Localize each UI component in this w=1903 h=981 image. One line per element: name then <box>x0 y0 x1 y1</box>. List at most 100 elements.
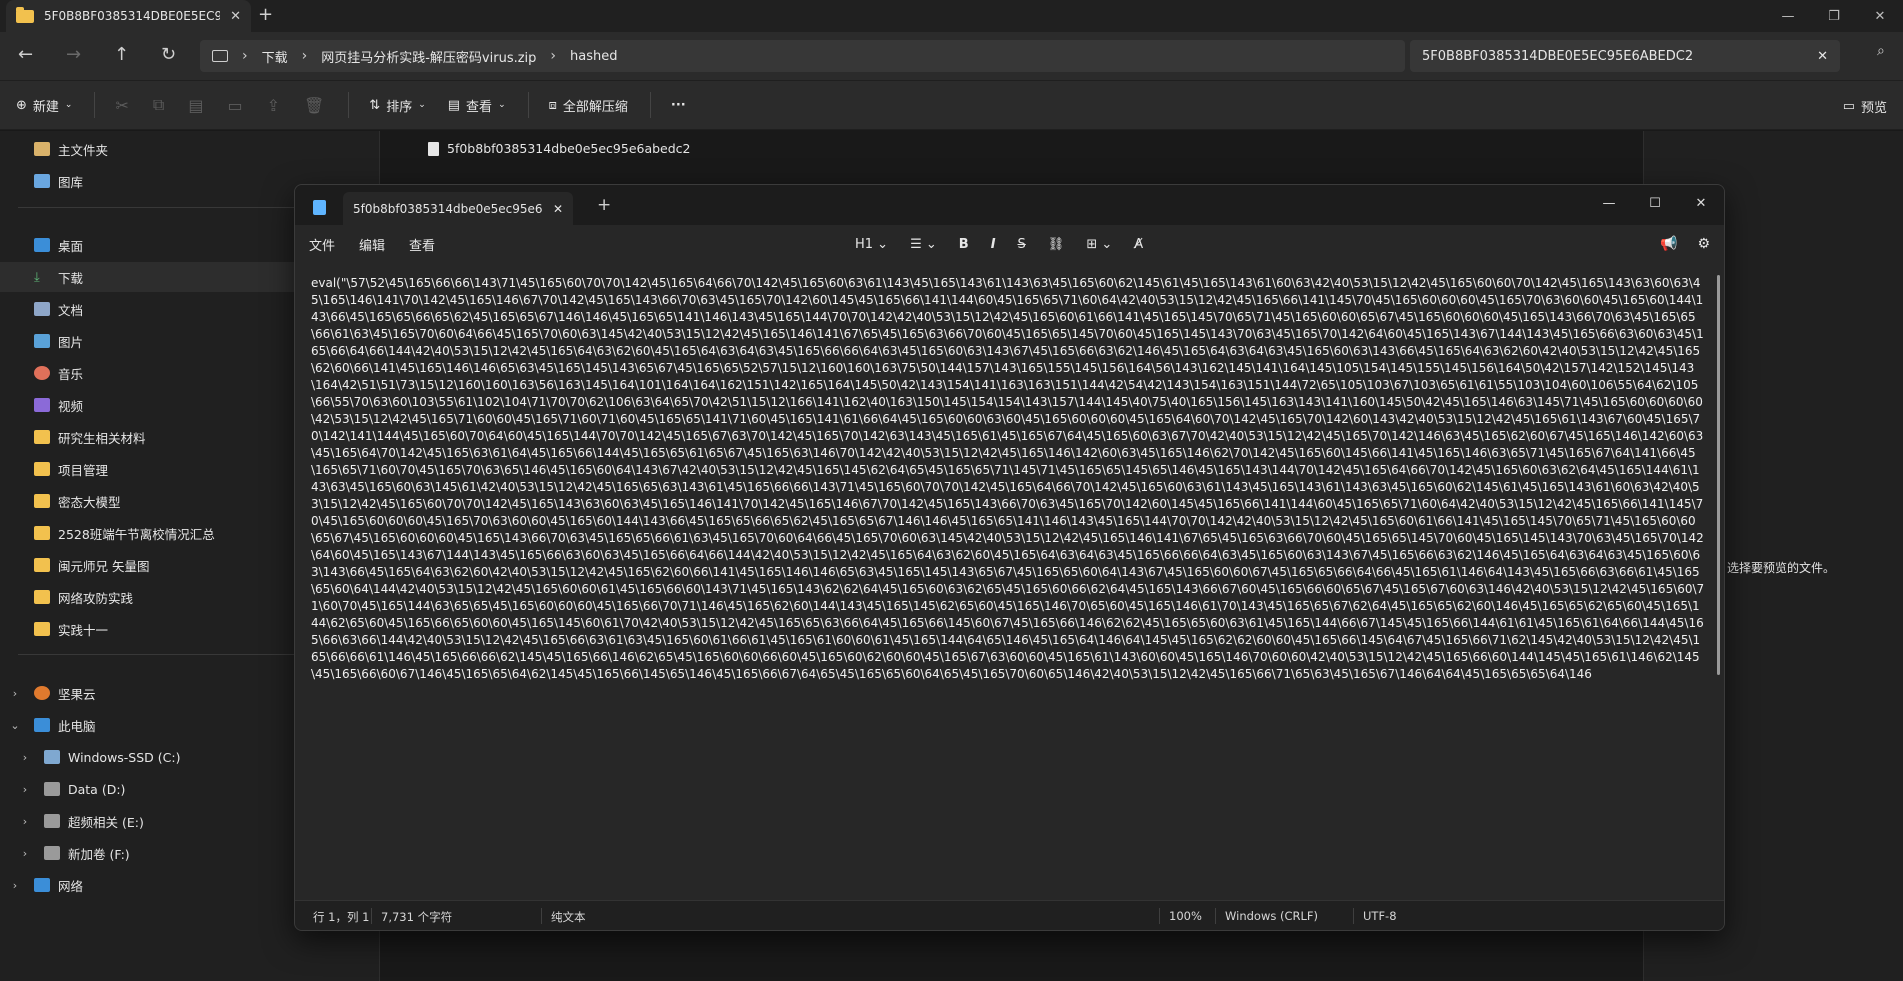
breadcrumb-zip[interactable]: 网页挂马分析实践-解压密码virus.zip <box>321 47 536 66</box>
text-format: 纯文本 <box>551 910 586 924</box>
heading-dropdown[interactable]: H1 ⌄ <box>855 237 888 252</box>
new-tab-icon[interactable]: + <box>597 195 611 215</box>
refresh-icon[interactable]: ↻ <box>161 44 176 65</box>
file-item[interactable]: 5f0b8bf0385314dbe0e5ec95e6abedc2 <box>428 141 691 156</box>
strikethrough-icon[interactable]: S <box>1018 237 1026 252</box>
more-label: ··· <box>670 97 686 113</box>
sidebar-item-label: 桌面 <box>58 238 84 254</box>
preview-button[interactable]: ▭ 预览 <box>1843 97 1887 116</box>
new-tab-icon[interactable]: + <box>258 4 273 25</box>
forward-arrow-icon[interactable]: → <box>66 44 81 65</box>
minimize-icon[interactable]: — <box>1765 0 1811 32</box>
sidebar-item-label: Windows-SSD (C:) <box>68 749 181 765</box>
list-icon[interactable]: ☰ ⌄ <box>910 237 937 252</box>
bold-icon[interactable]: B <box>959 237 969 252</box>
chevron-right-icon[interactable]: › <box>8 879 22 892</box>
line-ending[interactable]: Windows (CRLF) <box>1225 909 1318 923</box>
view-button[interactable]: ▤ 查看 ⌄ <box>448 96 506 115</box>
table-icon[interactable]: ⊞ ⌄ <box>1086 237 1112 252</box>
paste-icon[interactable]: ▤ <box>188 96 203 115</box>
heading-label: H1 <box>855 236 874 252</box>
more-button[interactable]: ··· <box>671 98 686 113</box>
maximize-icon[interactable]: ❐ <box>1811 0 1857 32</box>
cut-icon[interactable]: ✂ <box>115 96 128 115</box>
chevron-down-icon[interactable]: ⌄ <box>8 719 22 732</box>
breadcrumb-hashed[interactable]: hashed <box>570 49 617 64</box>
search-input[interactable]: 5F0B8BF0385314DBE0E5EC95E6ABEDC2 ✕ <box>1410 40 1840 72</box>
chevron-down-icon: ⌄ <box>498 100 506 110</box>
toolbar-divider <box>348 92 350 118</box>
rename-icon[interactable]: ▭ <box>227 96 242 115</box>
chevron-right-icon[interactable]: › <box>18 783 32 796</box>
link-icon[interactable]: ⛓ <box>1048 237 1065 252</box>
new-button[interactable]: ⊕ 新建 ⌄ <box>16 96 72 115</box>
chevron-right-icon[interactable]: › <box>18 815 32 828</box>
sidebar-item-label: 2528班端午节离校情况汇总 <box>58 526 215 542</box>
music-icon <box>34 366 50 380</box>
maximize-icon[interactable]: ☐ <box>1632 185 1678 221</box>
sidebar-item-label: 闽元师兄 矢量图 <box>58 558 150 574</box>
preview-pane-icon: ▭ <box>1842 99 1855 114</box>
folder-icon <box>34 558 50 572</box>
notepad-statusbar: 行 1，列 1 7,731 个字符 纯文本 100% Windows (CRLF… <box>295 900 1724 930</box>
sort-label: 排序 <box>386 99 413 115</box>
close-icon[interactable]: ✕ <box>553 202 563 216</box>
address-row: ← → ↑ ↻ › 下载 › 网页挂马分析实践-解压密码virus.zip › … <box>0 32 1903 80</box>
extract-all-label: 全部解压缩 <box>562 99 628 115</box>
preview-message: 选择要预览的文件。 <box>1727 561 1836 575</box>
minimize-icon[interactable]: — <box>1586 185 1632 221</box>
notepad-titlebar: 5f0b8bf0385314dbe0e5ec95e6abe ✕ + — ☐ ✕ <box>295 185 1724 225</box>
explorer-tab[interactable]: 5F0B8BF0385314DBE0E5EC95E ✕ <box>6 0 251 32</box>
close-icon[interactable]: ✕ <box>230 9 241 24</box>
sidebar-item-label: 文档 <box>58 302 84 318</box>
file-icon <box>428 141 439 156</box>
italic-icon[interactable]: I <box>991 237 996 252</box>
notepad-tab[interactable]: 5f0b8bf0385314dbe0e5ec95e6abe ✕ <box>343 192 573 225</box>
menu-edit[interactable]: 编辑 <box>359 235 385 254</box>
copy-icon[interactable]: ⧉ <box>153 95 164 115</box>
chevron-right-icon[interactable]: › <box>8 687 22 700</box>
close-window-icon[interactable]: ✕ <box>1857 0 1903 32</box>
delete-icon[interactable]: 🗑 <box>304 96 324 115</box>
desktop-icon <box>34 238 50 252</box>
sidebar-item-label: 图库 <box>58 174 84 190</box>
search-icon[interactable]: ⌕ <box>1877 43 1885 59</box>
status-divider <box>541 908 542 924</box>
drive-icon <box>44 814 60 828</box>
share-icon[interactable]: ⇪ <box>267 96 280 115</box>
sidebar-item-home[interactable]: 主文件夹 <box>0 134 380 164</box>
chevron-right-icon[interactable]: › <box>18 751 32 764</box>
clear-format-icon[interactable]: A̸ <box>1134 237 1143 252</box>
status-divider <box>1353 908 1354 924</box>
computer-icon <box>34 718 50 732</box>
up-arrow-icon[interactable]: ↑ <box>114 44 129 65</box>
menu-view[interactable]: 查看 <box>409 235 435 254</box>
encoding[interactable]: UTF-8 <box>1363 909 1397 923</box>
back-arrow-icon[interactable]: ← <box>18 44 33 65</box>
chevron-down-icon: ⌄ <box>418 100 426 110</box>
clear-search-icon[interactable]: ✕ <box>1817 49 1828 64</box>
status-divider <box>1159 908 1160 924</box>
menu-file[interactable]: 文件 <box>309 235 335 254</box>
home-icon <box>34 142 50 156</box>
drive-icon <box>44 750 60 764</box>
extract-all-button[interactable]: ⧈ 全部解压缩 <box>549 96 628 115</box>
zoom-level[interactable]: 100% <box>1169 909 1202 923</box>
toolbar-divider <box>94 92 96 118</box>
vertical-scrollbar[interactable] <box>1717 275 1720 675</box>
notepad-right-tools: 📢 ⚙ <box>1660 225 1710 263</box>
copilot-icon[interactable]: 📢 <box>1660 236 1677 252</box>
status-divider <box>1215 908 1216 924</box>
chevron-right-icon: › <box>242 48 248 64</box>
address-bar[interactable]: › 下载 › 网页挂马分析实践-解压密码virus.zip › hashed <box>200 40 1405 72</box>
sort-button[interactable]: ⇅ 排序 ⌄ <box>369 96 425 115</box>
gear-icon[interactable]: ⚙ <box>1697 236 1710 252</box>
close-window-icon[interactable]: ✕ <box>1678 185 1724 221</box>
breadcrumb-downloads[interactable]: 下载 <box>262 47 288 66</box>
notepad-text-area[interactable]: eval("\57\52\45\165\66\66\143\71\45\165\… <box>311 275 1705 887</box>
search-value: 5F0B8BF0385314DBE0E5EC95E6ABEDC2 <box>1422 48 1694 64</box>
folder-icon <box>34 526 50 540</box>
notepad-app-icon <box>313 200 326 215</box>
chevron-right-icon[interactable]: › <box>18 847 32 860</box>
folder-icon <box>34 494 50 508</box>
